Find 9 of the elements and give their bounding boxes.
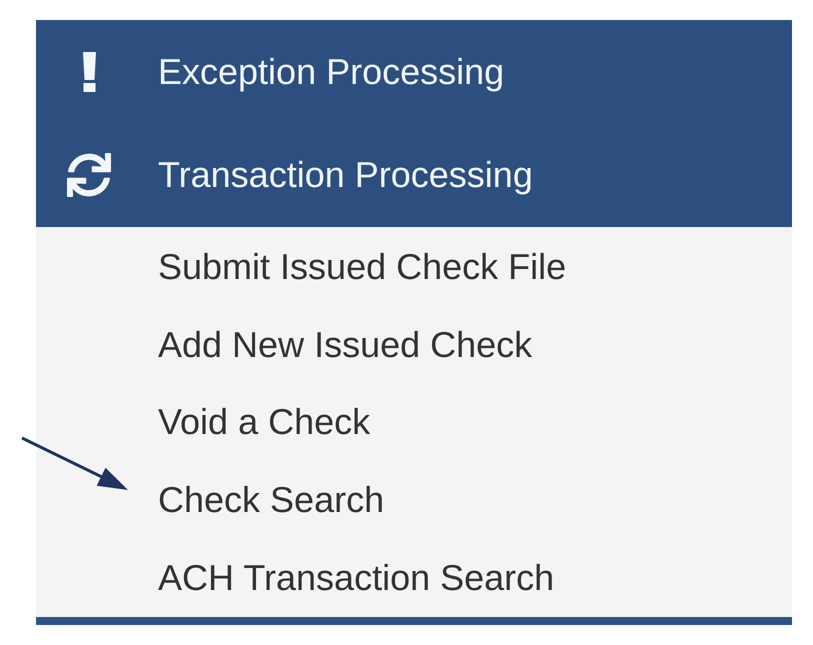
submenu-item[interactable]: ACH Transaction Search [158,539,554,617]
menu-item[interactable]: Transaction Processing [36,124,792,227]
menu-item[interactable]: Exception Processing [36,20,792,124]
exclamation-icon [82,52,96,92]
submenu-item[interactable]: Submit Issued Check File [158,228,566,306]
refresh-icon [67,153,111,198]
submenu-item[interactable]: Check Search [158,461,384,540]
submenu-item[interactable]: Add New Issued Check [158,306,532,384]
submenu-item[interactable]: Void a Check [158,384,370,462]
